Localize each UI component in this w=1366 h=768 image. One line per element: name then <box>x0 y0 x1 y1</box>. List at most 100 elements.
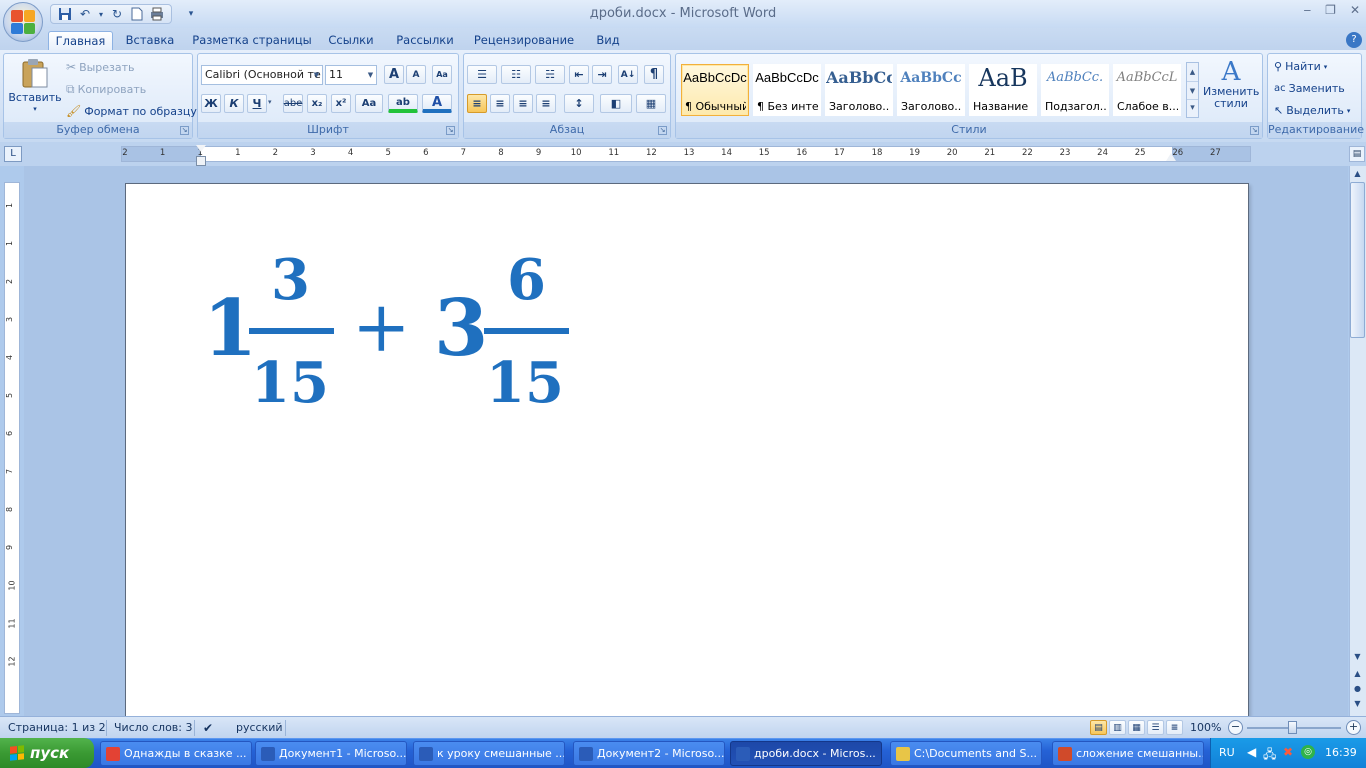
page-count[interactable]: Страница: 1 из 2 <box>8 721 106 734</box>
paragraph-launcher-icon[interactable]: ↘ <box>658 126 667 135</box>
scroll-up-icon[interactable]: ▲ <box>1350 167 1365 181</box>
tab-review[interactable]: Рецензирование <box>470 31 578 50</box>
format-painter-button[interactable]: 🖌 Формат по образцу <box>66 104 197 118</box>
font-launcher-icon[interactable]: ↘ <box>446 126 455 135</box>
zoom-level[interactable]: 100% <box>1190 721 1221 734</box>
tab-page-layout[interactable]: Разметка страницы <box>190 31 314 50</box>
tab-references[interactable]: Ссылки <box>322 31 380 50</box>
align-left-button[interactable]: ≡ <box>467 94 487 113</box>
taskbar-item[interactable]: дроби.docx - Micros... <box>730 741 882 766</box>
zoom-slider-thumb[interactable] <box>1288 721 1297 734</box>
copy-button[interactable]: ⧉ Копировать <box>66 82 146 97</box>
full-screen-reading-icon[interactable]: ▥ <box>1109 720 1126 735</box>
security-icon[interactable]: ✖ <box>1283 745 1293 759</box>
styles-launcher-icon[interactable]: ↘ <box>1250 126 1259 135</box>
language-indicator[interactable]: русский <box>236 721 283 734</box>
style-subtitle[interactable]: AaBbCc. Подзагол... <box>1041 64 1109 116</box>
tab-insert[interactable]: Вставка <box>118 31 182 50</box>
close-button[interactable]: ✕ <box>1350 3 1360 17</box>
style-no-spacing[interactable]: AaBbCcDc ¶ Без инте... <box>753 64 821 116</box>
cut-button[interactable]: ✂ Вырезать <box>66 60 135 74</box>
taskbar-item[interactable]: C:\Documents and S... <box>890 741 1042 766</box>
right-indent-marker[interactable] <box>1166 153 1176 161</box>
decrease-indent-button[interactable]: ⇤ <box>569 65 589 84</box>
superscript-button[interactable]: x² <box>331 94 351 113</box>
maximize-button[interactable]: ❐ <box>1325 3 1336 17</box>
style-heading-1[interactable]: AaBbCc Заголово... <box>825 64 893 116</box>
taskbar-item[interactable]: Однажды в сказке ... <box>100 741 252 766</box>
style-title[interactable]: AaB Название <box>969 64 1037 116</box>
draft-icon[interactable]: ≡ <box>1166 720 1183 735</box>
left-indent-marker[interactable] <box>196 156 206 166</box>
bullets-button[interactable]: ☰ <box>467 65 497 84</box>
tray-arrow-icon[interactable]: ◀ <box>1247 745 1256 759</box>
font-name-select[interactable]: Calibri (Основной те ▼ <box>201 65 323 85</box>
multilevel-list-button[interactable]: ☵ <box>535 65 565 84</box>
bold-button[interactable]: Ж <box>201 94 221 113</box>
taskbar-item[interactable]: к уроку смешанные ... <box>413 741 565 766</box>
style-subtle-emphasis[interactable]: AaBbCcL Слабое в... <box>1113 64 1181 116</box>
network-icon[interactable]: 🖧 <box>1263 745 1276 766</box>
clock[interactable]: 16:39 <box>1325 746 1357 759</box>
print-layout-icon[interactable]: ▤ <box>1090 720 1107 735</box>
scroll-down-icon[interactable]: ▼ <box>1187 81 1198 99</box>
sort-button[interactable]: A↓ <box>618 65 638 84</box>
taskbar-item[interactable]: сложение смешанны... <box>1052 741 1204 766</box>
clipboard-launcher-icon[interactable]: ↘ <box>180 126 189 135</box>
change-case-button[interactable]: Aa <box>355 94 383 113</box>
grow-font-button[interactable]: A <box>384 65 404 84</box>
underline-dropdown-icon[interactable]: ▾ <box>268 98 272 106</box>
outline-icon[interactable]: ☰ <box>1147 720 1164 735</box>
clear-formatting-button[interactable]: Aa <box>432 65 452 84</box>
previous-page-icon[interactable]: ▲ <box>1350 667 1365 681</box>
scroll-up-icon[interactable]: ▲ <box>1187 63 1198 81</box>
next-page-icon[interactable]: ▼ <box>1350 697 1365 711</box>
style-normal[interactable]: AaBbCcDc ¶ Обычный <box>681 64 749 116</box>
taskbar-item[interactable]: Документ1 - Microso... <box>255 741 407 766</box>
vertical-ruler[interactable]: 1 1 2 3 4 5 6 7 8 9 10 11 12 <box>4 182 20 714</box>
underline-button[interactable]: Ч <box>247 94 267 113</box>
borders-button[interactable]: ▦ <box>636 94 666 113</box>
tab-mailings[interactable]: Рассылки <box>390 31 460 50</box>
paste-button[interactable]: Вставить ▾ <box>8 58 62 113</box>
proofing-icon[interactable]: ✔ <box>203 721 213 735</box>
tab-view[interactable]: Вид <box>590 31 626 50</box>
find-button[interactable]: ⚲ Найти ▾ <box>1274 60 1327 73</box>
style-heading-2[interactable]: AaBbCc Заголово... <box>897 64 965 116</box>
replace-button[interactable]: ac Заменить <box>1274 82 1345 95</box>
more-styles-icon[interactable]: ▾ <box>1187 99 1198 117</box>
first-line-indent-marker[interactable] <box>196 145 206 152</box>
line-spacing-button[interactable]: ↕ <box>564 94 594 113</box>
start-button[interactable]: пуск <box>0 738 94 768</box>
paste-dropdown-icon[interactable]: ▾ <box>33 105 37 113</box>
office-button[interactable] <box>3 2 43 42</box>
minimize-button[interactable]: ‒ <box>1304 3 1312 17</box>
tab-home[interactable]: Главная <box>48 31 113 50</box>
shrink-font-button[interactable]: A <box>406 65 426 84</box>
show-formatting-button[interactable]: ¶ <box>644 65 664 84</box>
strikethrough-button[interactable]: abe <box>283 94 303 113</box>
zoom-out-button[interactable]: − <box>1228 720 1243 735</box>
web-layout-icon[interactable]: ▦ <box>1128 720 1145 735</box>
word-count[interactable]: Число слов: 3 <box>114 721 193 734</box>
italic-button[interactable]: К <box>224 94 244 113</box>
help-icon[interactable]: ? <box>1346 32 1362 48</box>
center-button[interactable]: ≡ <box>490 94 510 113</box>
highlight-button[interactable]: ab <box>388 94 418 113</box>
taskbar-item[interactable]: Документ2 - Microso... <box>573 741 725 766</box>
increase-indent-button[interactable]: ⇥ <box>592 65 612 84</box>
zoom-in-button[interactable]: + <box>1346 720 1361 735</box>
align-right-button[interactable]: ≡ <box>513 94 533 113</box>
skype-icon[interactable]: ◎ <box>1301 745 1315 759</box>
view-ruler-icon[interactable]: ▤ <box>1349 146 1365 162</box>
scroll-thumb[interactable] <box>1350 182 1365 338</box>
browse-object-icon[interactable]: ● <box>1350 682 1365 696</box>
justify-button[interactable]: ≡ <box>536 94 556 113</box>
numbering-button[interactable]: ☷ <box>501 65 531 84</box>
select-button[interactable]: ↖ Выделить ▾ <box>1274 104 1350 117</box>
change-styles-button[interactable]: A Изменить стили <box>1202 58 1260 110</box>
font-color-button[interactable]: A <box>422 94 452 113</box>
subscript-button[interactable]: x₂ <box>307 94 327 113</box>
tab-selector[interactable]: L <box>4 146 22 162</box>
keyboard-language[interactable]: RU <box>1219 746 1235 759</box>
